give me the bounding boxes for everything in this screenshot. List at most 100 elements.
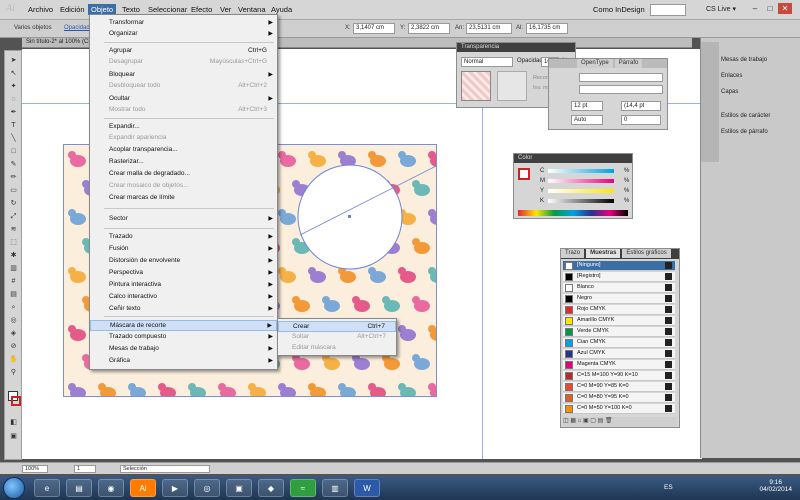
screen-mode-icon[interactable]: ▣ (7, 431, 20, 442)
object-menu-item[interactable]: Desbloquear todo Alt+Ctrl+2 (90, 81, 277, 92)
object-menu-item[interactable]: Mostrar todo Alt+Ctrl+3 (90, 105, 277, 116)
menu-efecto[interactable]: Efecto (191, 5, 212, 14)
channel-c-slider[interactable] (548, 169, 614, 173)
dock-estilos-caracter[interactable]: Estilos de carácter (721, 113, 770, 119)
pencil-tool-icon[interactable]: ✏ (7, 172, 20, 183)
opacity-link[interactable]: Opacidad (64, 25, 90, 31)
blend-mode-select[interactable]: Normal (461, 57, 513, 67)
brush-tool-icon[interactable]: ✎ (7, 159, 20, 170)
font-style-select[interactable] (579, 85, 663, 94)
object-menu-item[interactable]: Trazado ▶ (90, 232, 277, 243)
menu-texto[interactable]: Texto (122, 5, 140, 14)
tab-opentype[interactable]: OpenType (577, 59, 613, 68)
object-menu-item[interactable]: Rasterizar... (90, 157, 277, 168)
font-size-field[interactable]: 12 pt (571, 101, 603, 111)
object-menu-item[interactable]: Pintura interactiva ▶ (90, 280, 277, 291)
channel-k-slider[interactable] (548, 199, 614, 203)
object-menu-item[interactable]: Crear marcas de límite (90, 193, 277, 204)
taskbar-app4-icon[interactable]: ▥ (322, 479, 348, 497)
object-menu-item[interactable]: Bloquear ▶ (90, 70, 277, 81)
mesh-tool-icon[interactable]: # (7, 276, 20, 287)
swatch-row[interactable]: Azul CMYK (563, 349, 675, 359)
symbol-sprayer-tool-icon[interactable]: ✱ (7, 250, 20, 261)
swatch-row[interactable]: Magenta CMYK (563, 360, 675, 370)
system-clock[interactable]: 9:16 04/02/2014 (759, 479, 792, 493)
graph-tool-icon[interactable]: ▥ (7, 263, 20, 274)
object-menu-item[interactable]: Expandir... (90, 122, 277, 133)
kerning-field[interactable]: Auto (571, 115, 603, 125)
object-menu-item[interactable]: Crear mosaico de objetos... (90, 181, 277, 192)
swatch-row[interactable]: Amarillo CMYK (563, 316, 675, 326)
eraser-tool-icon[interactable]: ▭ (7, 185, 20, 196)
menu-ayuda[interactable]: Ayuda (271, 5, 292, 14)
object-menu-item[interactable]: Acoplar transparencia... (90, 145, 277, 156)
minimize-icon[interactable]: – (748, 3, 762, 14)
tab-estilos-graficos[interactable]: Estilos gráficos (622, 249, 671, 258)
x-field[interactable]: 3,1407 cm (353, 23, 395, 34)
hand-tool-icon[interactable]: ✋ (7, 354, 20, 365)
free-transform-tool-icon[interactable]: ⬚ (7, 237, 20, 248)
menu-ventana[interactable]: Ventana (238, 5, 266, 14)
object-menu-item[interactable]: Expandir apariencia (90, 133, 277, 144)
dock-estilos-parrafo[interactable]: Estilos de párrafo (721, 129, 768, 135)
taskbar-media-icon[interactable]: ▶ (162, 479, 188, 497)
object-menu-item[interactable]: Fusión ▶ (90, 244, 277, 255)
taskbar-chrome-icon[interactable]: ◎ (194, 479, 220, 497)
swatch-row[interactable]: [Ninguno] (563, 261, 675, 271)
eyedropper-tool-icon[interactable]: ⌕ (7, 302, 20, 313)
swatch-row[interactable]: C=15 M=100 Y=90 K=10 (563, 371, 675, 381)
object-menu-item[interactable]: Sector ▶ (90, 214, 277, 225)
taskbar-word-icon[interactable]: W (354, 479, 380, 497)
taskbar-app2-icon[interactable]: ▣ (226, 479, 252, 497)
color-panel-title[interactable]: Color (514, 154, 632, 163)
tab-trazo[interactable]: Trazo (561, 249, 585, 258)
object-menu-item[interactable]: Ocultar ▶ (90, 94, 277, 105)
scale-tool-icon[interactable]: ⤢ (7, 211, 20, 222)
taskbar-spotify-icon[interactable]: ≈ (290, 479, 316, 497)
dock-capas[interactable]: Capas (721, 89, 738, 95)
object-menu-item[interactable]: Gráfica ▶ (90, 356, 277, 367)
direct-selection-tool-icon[interactable]: ↖ (7, 68, 20, 79)
object-menu-item[interactable]: Crear malla de degradado... (90, 169, 277, 180)
drawing-mode-icon[interactable]: ◧ (7, 417, 20, 428)
type-tool-icon[interactable]: T (7, 120, 20, 131)
rectangle-tool-icon[interactable]: □ (7, 146, 20, 157)
selection-tool-icon[interactable]: ➤ (7, 55, 20, 66)
object-menu-item[interactable]: Calco interactivo ▶ (90, 292, 277, 303)
taskbar-app3-icon[interactable]: ◆ (258, 479, 284, 497)
swatch-row[interactable]: Cian CMYK (563, 338, 675, 348)
search-input[interactable] (650, 4, 686, 16)
channel-m-slider[interactable] (548, 179, 614, 183)
object-menu-item[interactable]: Organizar ▶ (90, 29, 277, 40)
object-menu-item[interactable]: Distorsión de envolvente ▶ (90, 256, 277, 267)
width-field[interactable]: 23,5131 cm (466, 23, 512, 34)
language-indicator[interactable]: ES (664, 484, 673, 491)
height-field[interactable]: 16,1735 cm (526, 23, 568, 34)
swatch-row[interactable]: C=0 M=50 Y=100 K=0 (563, 404, 675, 414)
zoom-field[interactable]: 100% (22, 465, 48, 473)
menu-ver[interactable]: Ver (220, 5, 231, 14)
artboard-number-field[interactable]: 1 (74, 465, 96, 473)
start-button[interactable] (3, 477, 25, 499)
tab-parrafo[interactable]: Párrafo (614, 59, 643, 68)
color-fill-stroke-icon[interactable] (518, 168, 530, 180)
slice-tool-icon[interactable]: ⊘ (7, 341, 20, 352)
close-icon[interactable]: ✕ (778, 3, 792, 14)
taskbar-explorer-icon[interactable]: ▤ (66, 479, 92, 497)
dock-enlaces[interactable]: Enlaces (721, 73, 742, 79)
menu-seleccionar[interactable]: Seleccionar (148, 5, 187, 14)
menu-edicion[interactable]: Edición (60, 5, 85, 14)
dock-mesas-de-trabajo[interactable]: Mesas de trabajo (721, 57, 767, 63)
transparency-panel-title[interactable]: Transparencia (457, 43, 575, 52)
color-spectrum[interactable] (518, 210, 628, 216)
font-family-select[interactable] (579, 73, 663, 82)
clipping-submenu-item[interactable]: Soltar Alt+Ctrl+7 (278, 332, 396, 343)
status-mode-field[interactable]: Selección (120, 465, 210, 473)
rotate-tool-icon[interactable]: ↻ (7, 198, 20, 209)
object-menu-item[interactable]: Desagrupar Mayúsculas+Ctrl+G (90, 57, 277, 68)
swatch-row[interactable]: [Registro] (563, 272, 675, 282)
swatch-row[interactable]: Rojo CMYK (563, 305, 675, 315)
workspace-switcher[interactable]: Como InDesign (593, 5, 645, 14)
swatch-footer-buttons[interactable]: ◫ ▦ ⌂ ▣ ▢ ▤ 🗑 (563, 417, 677, 427)
swatch-row[interactable]: C=0 M=80 Y=95 K=0 (563, 393, 675, 403)
